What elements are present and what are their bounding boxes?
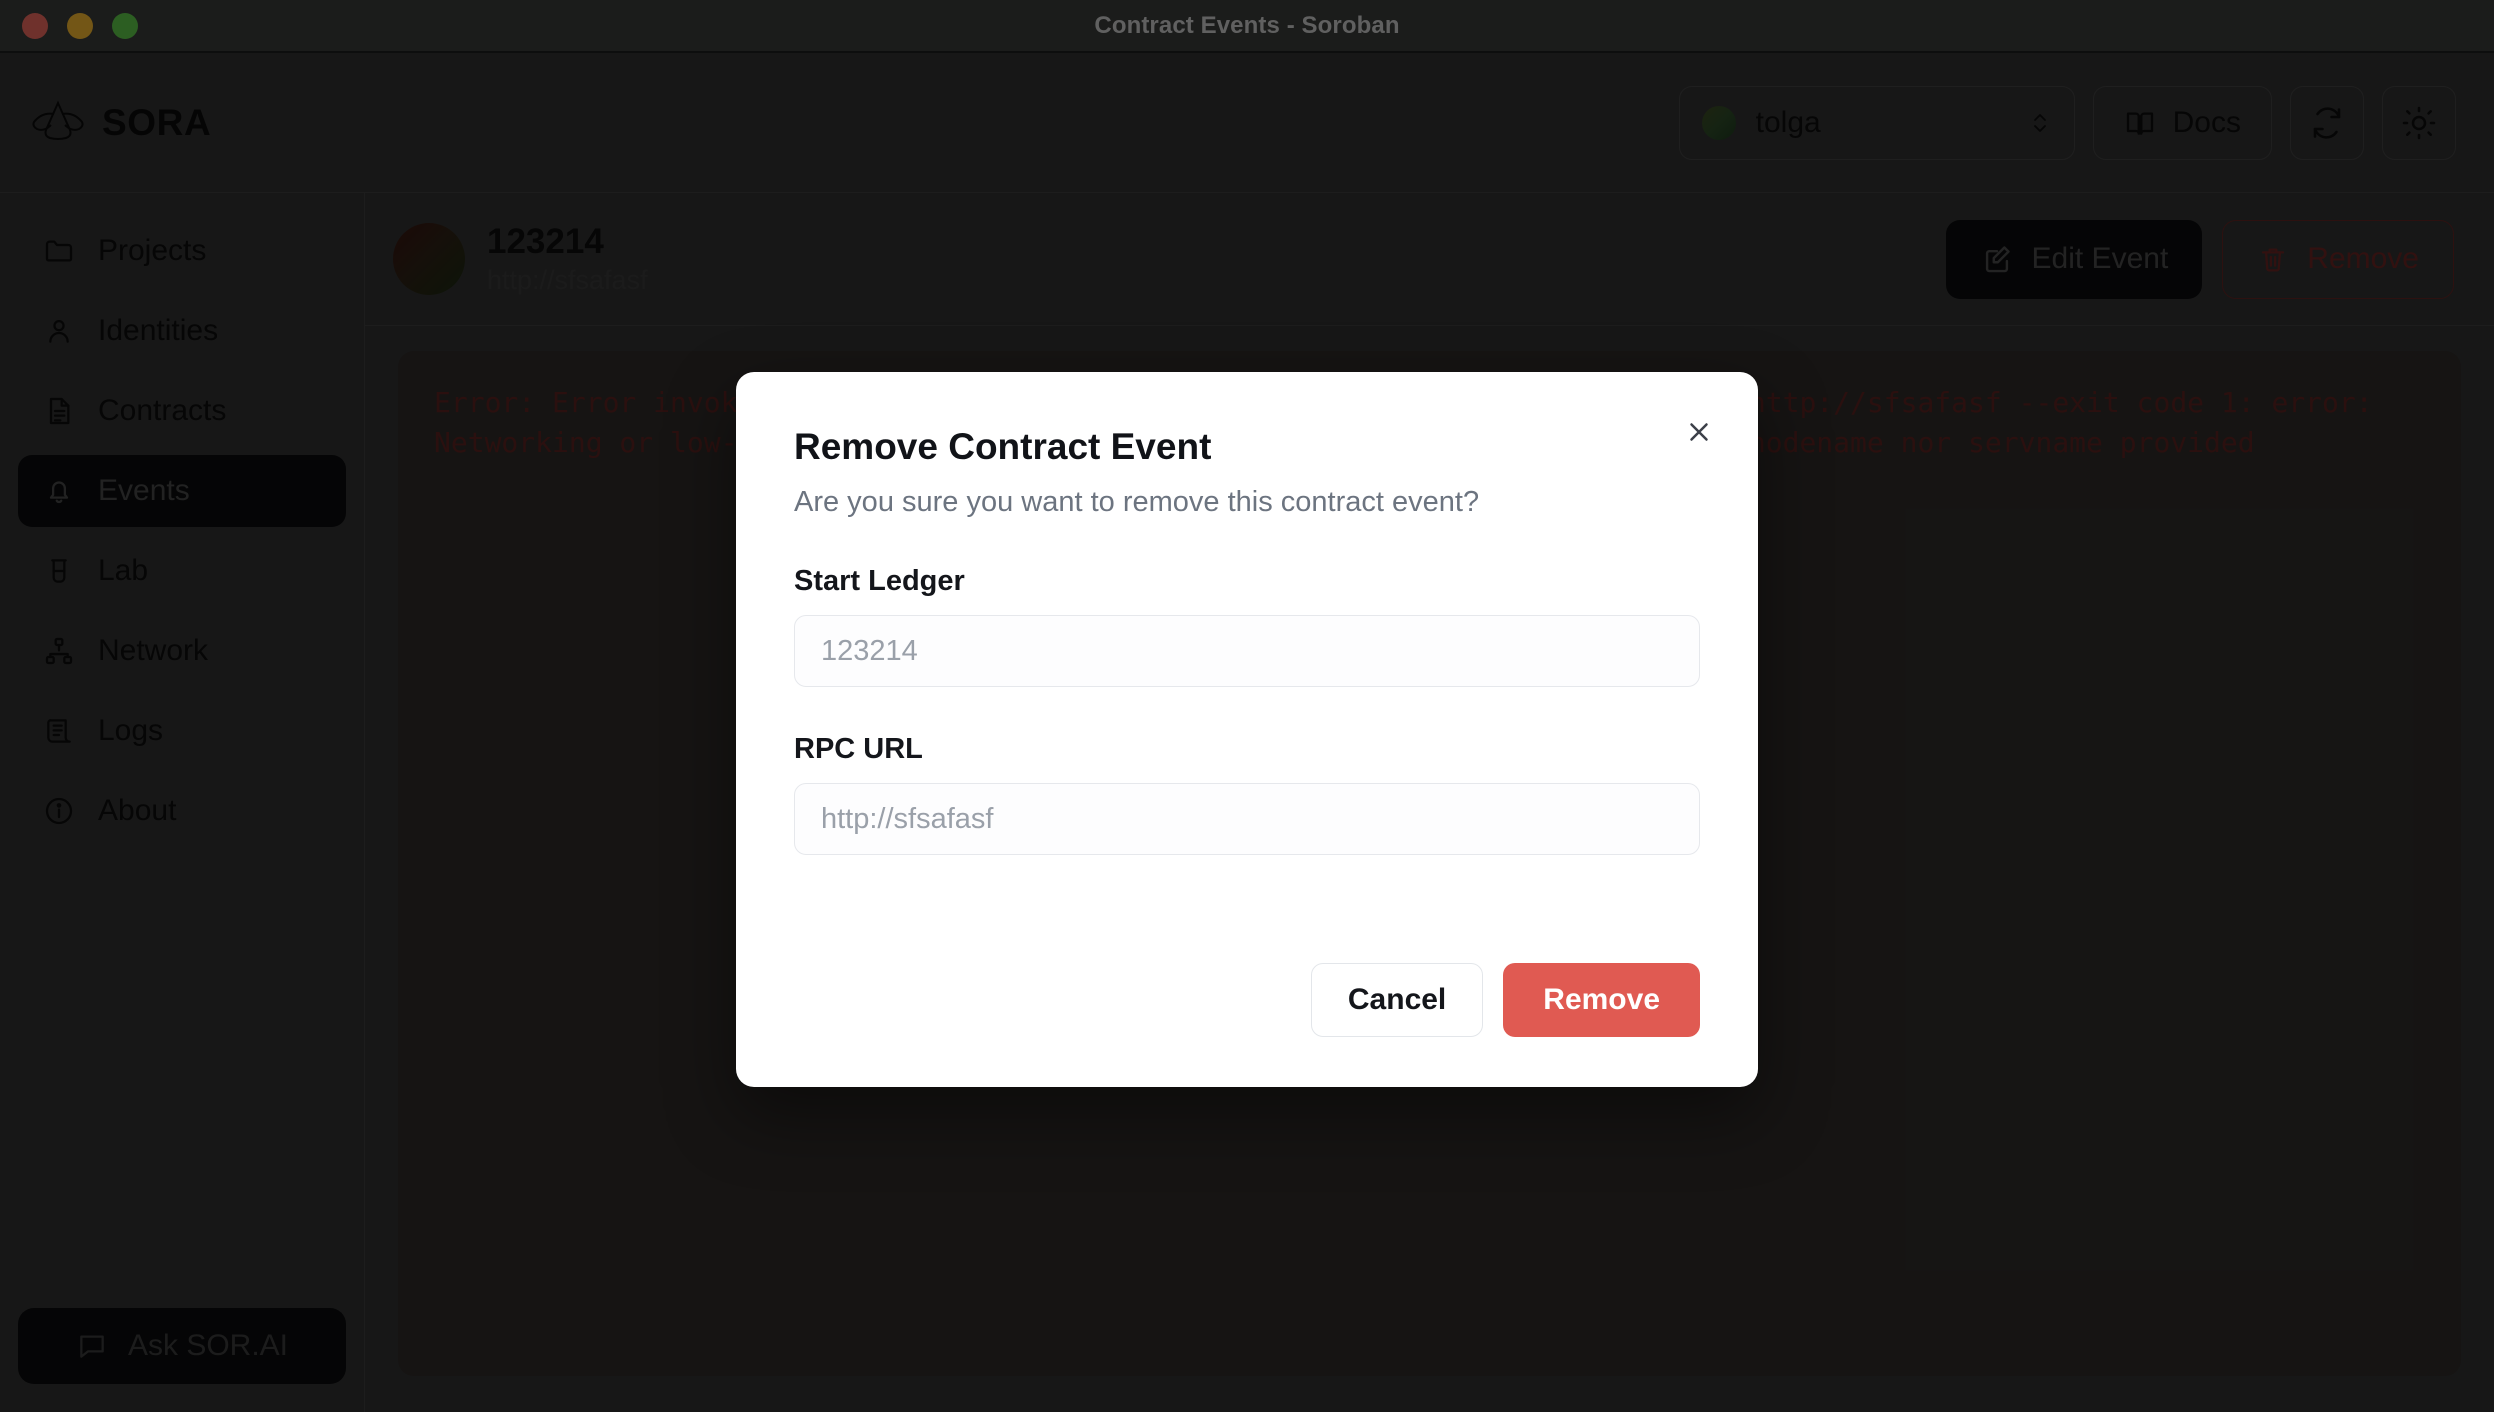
modal-subtitle: Are you sure you want to remove this con… [794, 486, 1480, 518]
rpc-url-field: RPC URL http://sfsafasf [794, 733, 1700, 855]
cancel-button[interactable]: Cancel [1310, 963, 1484, 1037]
rpc-url-label: RPC URL [794, 733, 923, 765]
modal-actions: Cancel Remove [1310, 963, 1700, 1037]
start-ledger-label: Start Ledger [794, 565, 965, 597]
start-ledger-input[interactable]: 123214 [794, 615, 1700, 687]
start-ledger-field: Start Ledger 123214 [794, 565, 1700, 687]
confirm-remove-button[interactable]: Remove [1503, 963, 1700, 1037]
app-window: Contract Events - Soroban SORA tolga [0, 0, 2494, 1412]
rpc-url-input[interactable]: http://sfsafasf [794, 783, 1700, 855]
close-icon [1684, 417, 1714, 447]
close-modal-button[interactable] [1678, 411, 1720, 453]
remove-contract-event-dialog: Remove Contract Event Are you sure you w… [736, 372, 1758, 1087]
modal-title: Remove Contract Event [794, 426, 1212, 467]
